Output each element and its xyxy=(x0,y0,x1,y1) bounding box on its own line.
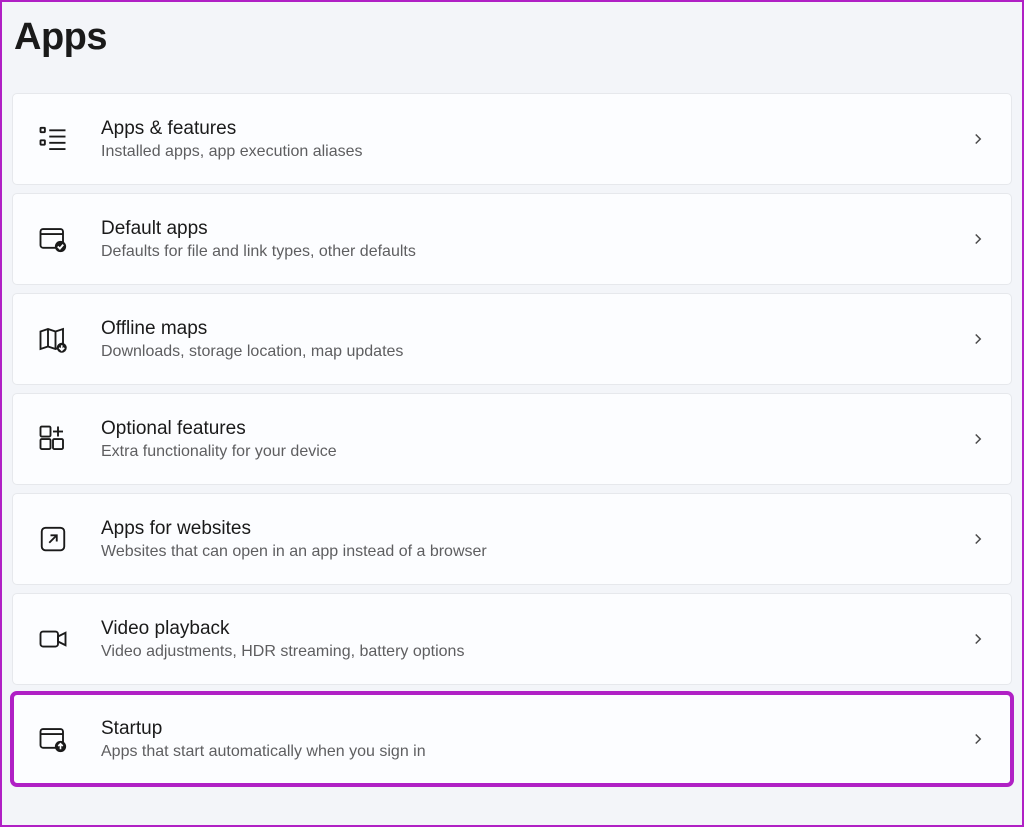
optional-features-icon xyxy=(33,419,73,459)
item-subtitle: Video adjustments, HDR streaming, batter… xyxy=(101,643,969,661)
apps-features-icon xyxy=(33,119,73,159)
chevron-right-icon xyxy=(969,630,987,648)
item-title: Startup xyxy=(101,718,969,740)
settings-list: Apps & features Installed apps, app exec… xyxy=(12,93,1012,785)
settings-item-default-apps[interactable]: Default apps Defaults for file and link … xyxy=(12,193,1012,285)
chevron-right-icon xyxy=(969,130,987,148)
settings-item-startup[interactable]: Startup Apps that start automatically wh… xyxy=(12,693,1012,785)
settings-item-video-playback[interactable]: Video playback Video adjustments, HDR st… xyxy=(12,593,1012,685)
settings-item-apps-for-websites[interactable]: Apps for websites Websites that can open… xyxy=(12,493,1012,585)
apps-for-websites-icon xyxy=(33,519,73,559)
default-apps-icon xyxy=(33,219,73,259)
item-subtitle: Extra functionality for your device xyxy=(101,443,969,461)
item-title: Apps for websites xyxy=(101,518,969,540)
item-title: Apps & features xyxy=(101,118,969,140)
chevron-right-icon xyxy=(969,530,987,548)
settings-item-apps-features[interactable]: Apps & features Installed apps, app exec… xyxy=(12,93,1012,185)
chevron-right-icon xyxy=(969,730,987,748)
chevron-right-icon xyxy=(969,230,987,248)
offline-maps-icon xyxy=(33,319,73,359)
video-playback-icon xyxy=(33,619,73,659)
settings-item-offline-maps[interactable]: Offline maps Downloads, storage location… xyxy=(12,293,1012,385)
item-title: Offline maps xyxy=(101,318,969,340)
startup-icon xyxy=(33,719,73,759)
item-subtitle: Installed apps, app execution aliases xyxy=(101,143,969,161)
item-title: Optional features xyxy=(101,418,969,440)
settings-item-optional-features[interactable]: Optional features Extra functionality fo… xyxy=(12,393,1012,485)
item-title: Video playback xyxy=(101,618,969,640)
item-subtitle: Downloads, storage location, map updates xyxy=(101,343,969,361)
item-subtitle: Websites that can open in an app instead… xyxy=(101,543,969,561)
chevron-right-icon xyxy=(969,430,987,448)
item-subtitle: Apps that start automatically when you s… xyxy=(101,743,969,761)
page-title: Apps xyxy=(14,16,1012,59)
item-subtitle: Defaults for file and link types, other … xyxy=(101,243,969,261)
chevron-right-icon xyxy=(969,330,987,348)
item-title: Default apps xyxy=(101,218,969,240)
